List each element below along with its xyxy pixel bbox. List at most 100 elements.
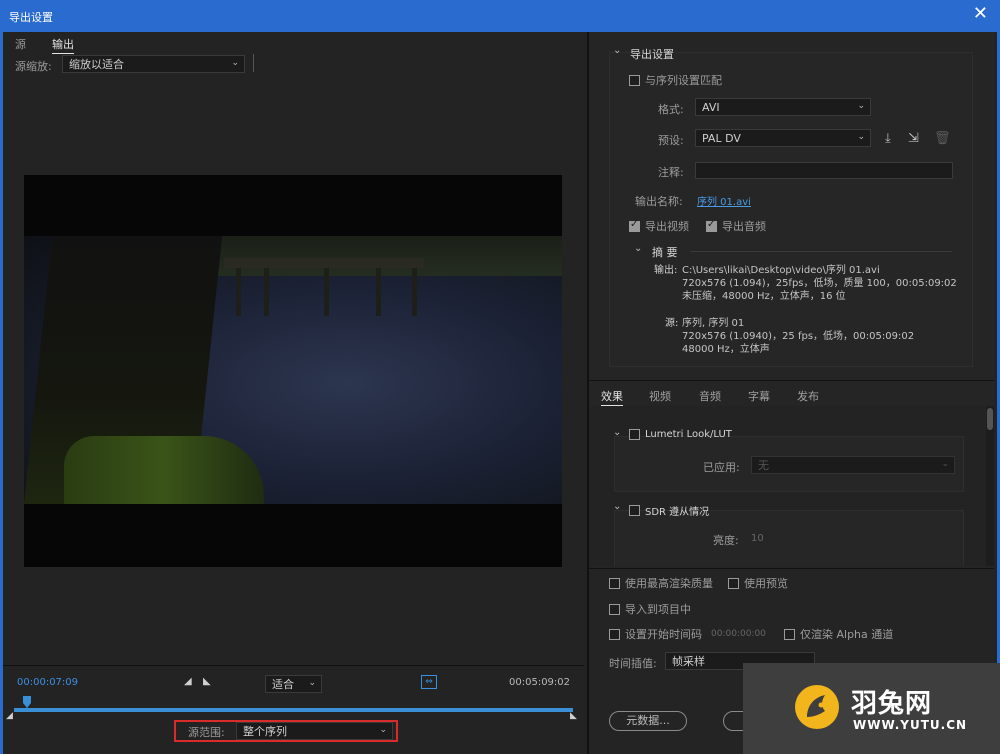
source-scale-label: 源缩放: [15,60,52,73]
chevron-down-icon[interactable]: ⌄ [613,501,621,512]
timeline-track[interactable] [14,708,573,712]
source-range-value: 整个序列 [243,725,287,738]
import-project-row[interactable]: 导入到项目中 [609,601,691,617]
summary-source-text: 序列, 序列 01 720x576 (1.0940)，25 fps，低场，00:… [682,317,914,356]
tab-video[interactable]: 视频 [649,388,671,404]
scrollbar-thumb[interactable] [987,408,993,430]
brightness-label: 亮度: [713,534,739,547]
effects-scrollbar[interactable] [986,406,994,566]
summary-source-line: 720x576 (1.0940)，25 fps，低场，00:05:09:02 [682,331,915,342]
preset-value: PAL DV [702,132,741,145]
bridge-post [236,268,241,316]
tab-output[interactable]: 输出 [52,36,74,54]
use-preview-label: 使用预览 [744,577,788,590]
chevron-down-icon: ⌄ [379,725,387,735]
divider [690,251,952,252]
match-sequence-row[interactable]: 与序列设置匹配 [629,72,722,88]
export-video-checkbox[interactable] [629,219,640,232]
summary-output-label: 输出: [654,265,678,276]
current-timecode[interactable]: 00:00:07:09 [17,677,78,688]
chevron-down-icon[interactable]: ⌄ [613,45,621,56]
lumetri-row[interactable]: Lumetri Look/LUT [629,429,732,440]
aspect-toggle-icon[interactable]: ⇔ [421,675,437,689]
max-quality-row[interactable]: 使用最高渲染质量 [609,575,713,591]
metadata-button[interactable]: 元数据... [609,711,687,731]
sdr-label: SDR 遵从情况 [645,507,710,518]
bridge-post [376,268,381,316]
format-dropdown[interactable]: AVI ⌄ [695,98,871,116]
fit-value: 适合 [272,678,294,691]
summary-heading: 摘 要 [652,246,678,259]
comment-label: 注释: [658,166,684,179]
window-title: 导出设置 [9,11,53,24]
applied-label: 已应用: [703,461,740,474]
export-video-row[interactable]: 导出视频 [629,218,689,234]
tab-source[interactable]: 源 [15,36,26,52]
bridge-post [264,268,269,316]
import-project-checkbox[interactable] [609,603,620,615]
bridge-post [412,268,417,316]
tab-captions[interactable]: 字幕 [748,388,770,404]
format-value: AVI [702,101,720,114]
chevron-down-icon[interactable]: ⌄ [634,243,642,254]
tab-audio[interactable]: 音频 [699,388,721,404]
sdr-checkbox[interactable] [629,505,640,516]
preset-dropdown[interactable]: PAL DV ⌄ [695,129,871,147]
chevron-down-icon: ⌄ [941,459,949,469]
source-range-label: 源范围: [188,726,225,739]
start-timecode-checkbox[interactable] [609,628,620,640]
watermark-logo: 羽兔网 WWW.YUTU.CN [743,663,1000,754]
alpha-only-label: 仅渲染 Alpha 通道 [800,628,894,641]
title-bar: 导出设置 ✕ [0,0,1000,32]
delete-preset-icon[interactable]: 🗑 [934,131,951,146]
tab-publish[interactable]: 发布 [797,388,819,404]
start-timecode-row[interactable]: 设置开始时间码 00:00:00:00 [609,626,766,642]
use-preview-checkbox[interactable] [728,577,739,589]
save-preset-icon[interactable]: ⤓ [885,131,891,146]
summary-source-line: 48000 Hz，立体声 [682,344,770,355]
summary-source-label: 源: [665,318,679,329]
brightness-value[interactable]: 10 [751,532,764,545]
export-audio-row[interactable]: 导出音频 [706,218,766,234]
time-interp-value: 帧采样 [672,655,705,668]
output-name-link[interactable]: 序列 01.avi [697,193,751,208]
summary-output-text: C:\Users\likai\Desktop\video\序列 01.avi 7… [682,264,957,303]
tab-effects[interactable]: 效果 [601,388,623,406]
preview-pane: 源 输出 源缩放: 缩放以适合 ⌄ [3,32,584,754]
start-timecode-label: 设置开始时间码 [625,628,702,641]
use-preview-row[interactable]: 使用预览 [728,575,788,591]
match-sequence-checkbox[interactable] [629,74,640,86]
output-name-label: 输出名称: [635,195,683,208]
max-quality-checkbox[interactable] [609,577,620,589]
chevron-down-icon: ⌄ [857,132,865,142]
alpha-only-row[interactable]: 仅渲染 Alpha 通道 [784,626,893,642]
fit-dropdown[interactable]: 适合 ⌄ [265,675,322,693]
video-frame [24,236,562,504]
format-label: 格式: [658,103,684,116]
playhead-icon[interactable] [22,696,32,712]
video-preview [24,175,562,567]
export-video-label: 导出视频 [645,220,689,233]
source-scale-value: 缩放以适合 [69,58,124,71]
export-audio-checkbox[interactable] [706,219,717,232]
rabbit-logo-icon [795,685,839,729]
divider [589,380,994,381]
set-out-point-icon[interactable]: ◣ [203,676,211,687]
set-in-point-icon[interactable]: ◢ [184,676,192,687]
comment-input[interactable] [695,162,953,179]
out-marker-icon[interactable]: ◣ [570,711,577,721]
lumetri-checkbox[interactable] [629,429,640,440]
sdr-row[interactable]: SDR 遵从情况 [629,503,709,518]
in-marker-icon[interactable]: ◢ [6,711,13,721]
import-preset-icon[interactable]: ⇲ [908,131,919,146]
close-icon[interactable]: ✕ [973,5,988,23]
source-scale-dropdown[interactable]: 缩放以适合 ⌄ [62,55,245,73]
chevron-down-icon[interactable]: ⌄ [613,427,621,438]
tree-canopy [174,236,562,276]
start-timecode-value[interactable]: 00:00:00:00 [711,628,766,641]
applied-dropdown[interactable]: 无 ⌄ [751,456,955,474]
time-interp-label: 时间插值: [609,657,657,670]
source-range-dropdown[interactable]: 整个序列 ⌄ [236,722,393,740]
alpha-only-checkbox[interactable] [784,628,795,640]
summary-output-line: 未压缩，48000 Hz，立体声，16 位 [682,291,846,302]
